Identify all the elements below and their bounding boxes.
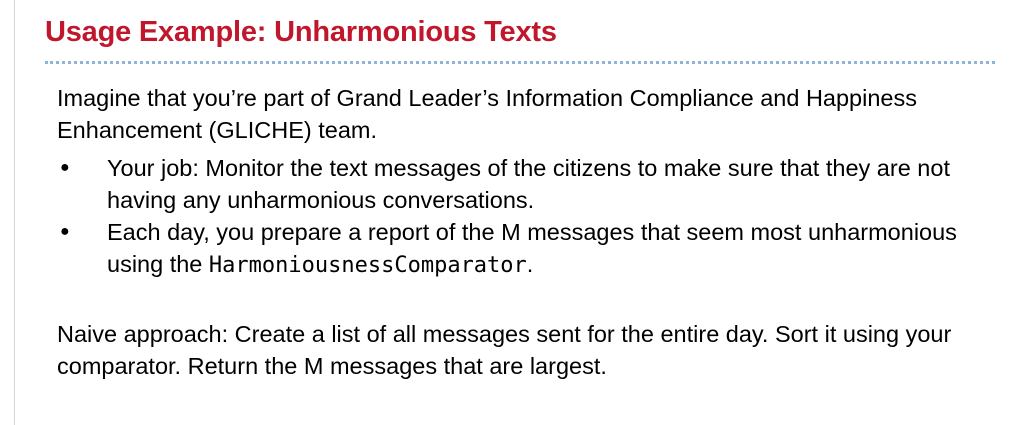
naive-approach-paragraph: Naive approach: Create a list of all mes… xyxy=(57,321,952,379)
slide-title: Usage Example: Unharmonious Texts xyxy=(45,16,557,48)
bullet-icon: ● xyxy=(60,223,70,240)
bullet-item-job: ● Your job: Monitor the text messages of… xyxy=(57,152,1007,216)
intro-paragraph: Imagine that you’re part of Grand Leader… xyxy=(57,85,917,143)
bullet-text: Your job: Monitor the text messages of t… xyxy=(107,155,950,213)
bullet-item-report: ● Each day, you prepare a report of the … xyxy=(57,216,1007,282)
left-border xyxy=(14,0,15,425)
slide-body: Imagine that you’re part of Grand Leader… xyxy=(57,82,1007,382)
comparator-code: HarmoniousnessComparator xyxy=(208,253,527,278)
title-divider xyxy=(45,61,995,64)
bullet-icon: ● xyxy=(60,159,70,176)
bullet-text-end: . xyxy=(526,251,534,277)
slide: Usage Example: Unharmonious Texts Imagin… xyxy=(0,0,1025,425)
bullet-list: ● Your job: Monitor the text messages of… xyxy=(57,152,1007,282)
